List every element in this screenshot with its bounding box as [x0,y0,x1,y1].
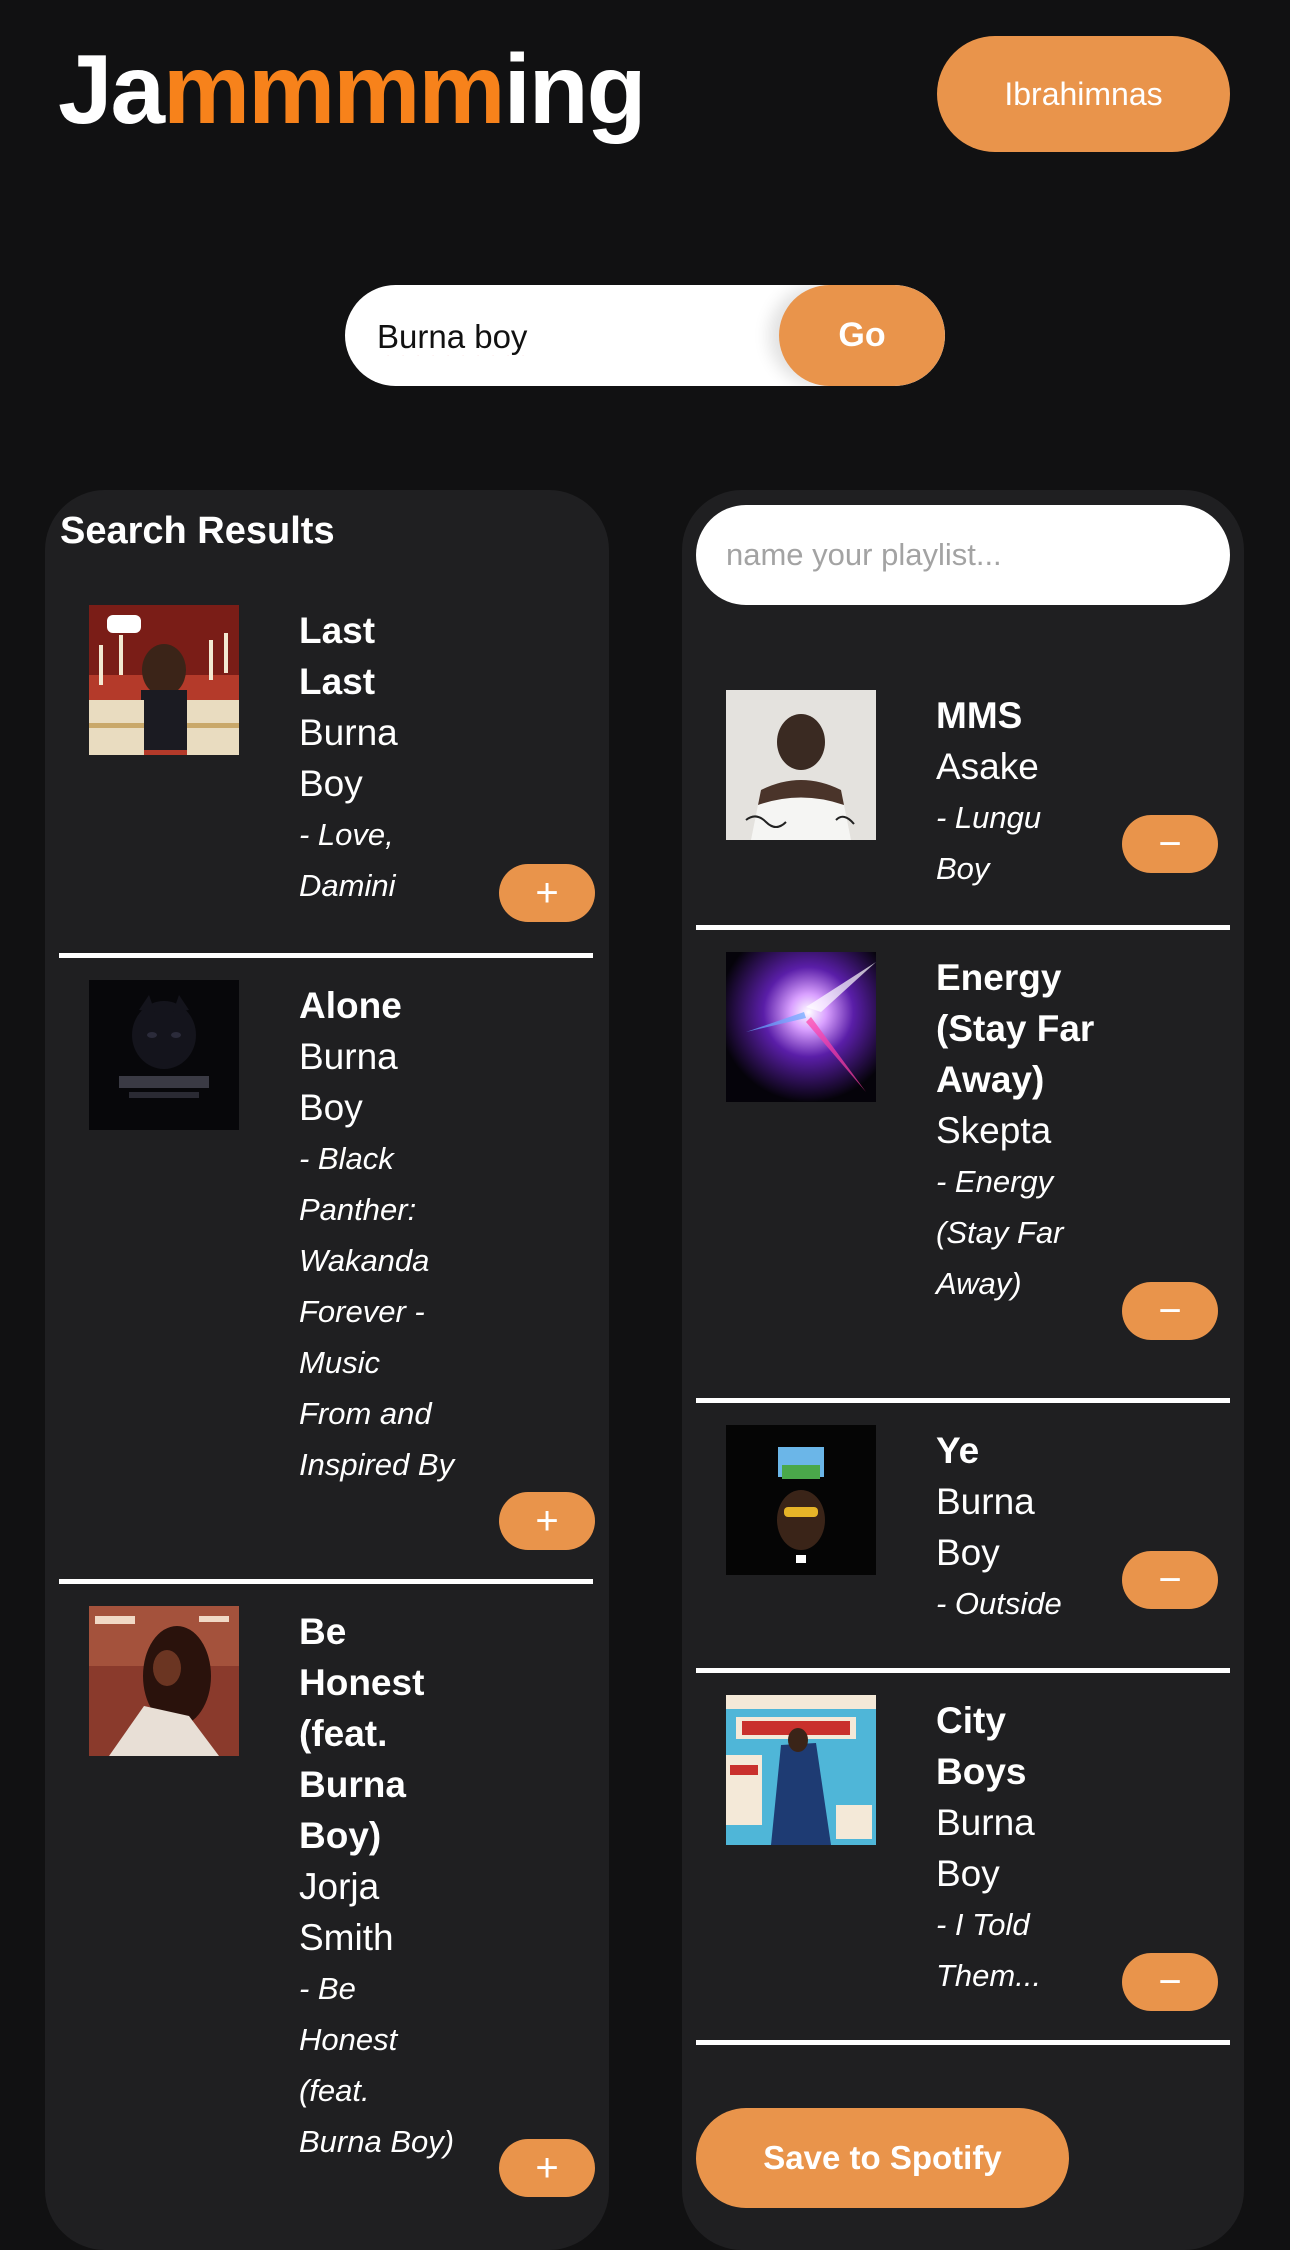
track-info: City Boys Burna Boy - I Told Them... [936,1695,1096,2001]
logo-accent: mmmm [163,34,506,144]
divider [696,1398,1230,1403]
album-art [89,1606,239,1756]
track-name: Be Honest (feat. Burna Boy) [299,1611,425,1856]
album-art [726,1425,876,1575]
track-info: Energy (Stay Far Away) Skepta - Energy (… [936,952,1096,1309]
album-art [726,952,876,1102]
track-album: - Black Panther: Wakanda Forever - Music… [299,1141,455,1482]
playlist-panel: MMS Asake - Lungu Boy − [682,490,1244,2250]
search-results-title: Search Results [60,510,335,552]
album-art [726,690,876,840]
logo-part-1: Ja [58,34,165,144]
track-name: MMS [936,695,1023,736]
add-track-button[interactable]: + [499,864,595,922]
track-album: - Energy (Stay Far Away) [936,1164,1064,1301]
remove-track-button[interactable]: − [1122,1282,1218,1340]
track-artist: Skepta [936,1110,1052,1151]
track-name: Alone [299,985,402,1026]
divider [696,1668,1230,1673]
track-album: - Love, Damini [299,817,396,903]
go-button[interactable]: Go [779,285,945,386]
playlist-name-input[interactable] [696,505,1230,605]
divider [696,2040,1230,2045]
divider [59,953,593,958]
album-art [89,605,239,755]
track-name: City Boys [936,1700,1027,1792]
add-track-button[interactable]: + [499,2139,595,2197]
remove-track-button[interactable]: − [1122,1551,1218,1609]
track-album: - I Told Them... [936,1907,1042,1993]
search-results-panel: Search Results Last Last Burna Boy - Lov… [45,490,609,2250]
track-info: Alone Burna Boy - Black Panther: Wakanda… [299,980,459,1490]
track-album: - Be Honest (feat. Burna Boy) [299,1971,455,2159]
divider [696,925,1230,930]
divider [59,1579,593,1584]
logo-part-2: ing [503,34,647,144]
track-artist: Burna Boy [299,712,398,804]
track-name: Energy (Stay Far Away) [936,957,1095,1100]
search-input[interactable] [375,285,799,386]
save-to-spotify-button[interactable]: Save to Spotify [696,2108,1069,2208]
track-info: Be Honest (feat. Burna Boy) Jorja Smith … [299,1606,459,2167]
album-art [726,1695,876,1845]
track-artist: Burna Boy [299,1036,398,1128]
track-artist: Asake [936,746,1039,787]
track-info: Ye Burna Boy - Outside [936,1425,1096,1629]
search-bar: Go [345,285,945,386]
track-name: Ye [936,1430,980,1471]
remove-track-button[interactable]: − [1122,1953,1218,2011]
track-artist: Burna Boy [936,1481,1035,1573]
track-info: MMS Asake - Lungu Boy [936,690,1096,894]
app-logo: Jammmming [58,40,647,138]
album-art [89,980,239,1130]
remove-track-button[interactable]: − [1122,815,1218,873]
track-album: - Lungu Boy [936,800,1042,886]
track-name: Last Last [299,610,376,702]
track-album: - Outside [936,1586,1062,1621]
user-account-button[interactable]: Ibrahimnas [937,36,1230,152]
add-track-button[interactable]: + [499,1492,595,1550]
track-artist: Jorja Smith [299,1866,394,1958]
track-artist: Burna Boy [936,1802,1035,1894]
track-info: Last Last Burna Boy - Love, Damini [299,605,459,911]
